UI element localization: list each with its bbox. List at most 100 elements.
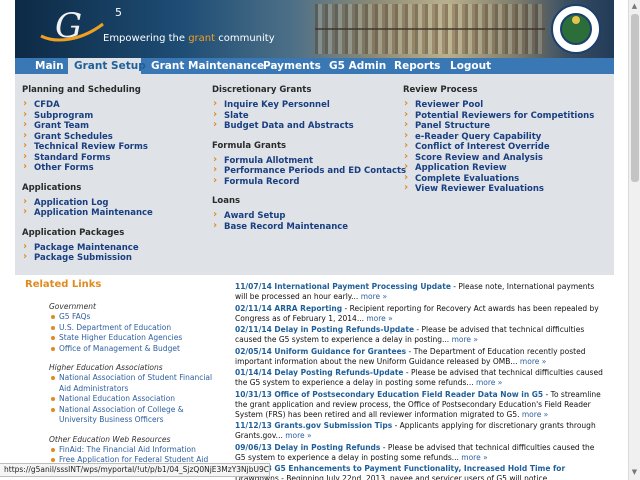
- banner-shelf-edge: [315, 28, 545, 30]
- related-group-government: Government: [49, 302, 96, 311]
- menu-link-panel-structure[interactable]: Panel Structure: [403, 120, 594, 132]
- menu-link-base-record-maintenance[interactable]: Base Record Maintenance: [212, 221, 406, 233]
- vertical-scrollbar[interactable]: ▲ ▼: [628, 0, 640, 480]
- news-more-link[interactable]: more »: [476, 378, 502, 387]
- menu-link-inquire-key-personnel[interactable]: Inquire Key Personnel: [212, 99, 406, 111]
- menu-link-technical-review-forms[interactable]: Technical Review Forms: [22, 141, 153, 153]
- news-more-link[interactable]: more »: [522, 410, 548, 419]
- related-links-panel: Related Links Government G5 FAQs U.S. De…: [15, 277, 225, 480]
- scroll-down-arrow-icon[interactable]: ▼: [629, 466, 640, 478]
- menu-link-reviewer-pool[interactable]: Reviewer Pool: [403, 99, 594, 111]
- scroll-up-arrow-icon[interactable]: ▲: [629, 0, 640, 12]
- menu-link-subprogram[interactable]: Subprogram: [22, 110, 153, 122]
- news-more-link[interactable]: more »: [361, 292, 387, 301]
- section-heading-review-process: Review Process: [403, 85, 478, 95]
- related-link-us-department-of-education[interactable]: U.S. Department of Education: [49, 323, 221, 334]
- nav-grant-setup[interactable]: Grant Setup: [68, 58, 146, 74]
- menu-link-potential-reviewers[interactable]: Potential Reviewers for Competitions: [403, 110, 594, 122]
- news-item: 09/06/13 Delay in Posting Refunds - Plea…: [235, 443, 605, 463]
- news-headline-link[interactable]: 02/11/14 ARRA Reporting: [235, 304, 342, 313]
- menu-link-conflict-of-interest[interactable]: Conflict of Interest Override: [403, 141, 594, 153]
- news-item: 11/07/14 International Payment Processin…: [235, 282, 605, 302]
- tagline-highlight: grant: [188, 33, 216, 44]
- menu-link-ereader-query[interactable]: e-Reader Query Capability: [403, 131, 594, 143]
- scrollbar-thumb[interactable]: [631, 14, 639, 182]
- related-link-nasfaa[interactable]: National Association of Student Financia…: [49, 373, 221, 394]
- menu-link-cfda[interactable]: CFDA: [22, 99, 153, 111]
- news-item: 01/14/14 Delay Posting Refunds-Update - …: [235, 368, 605, 388]
- news-headline-link[interactable]: 02/05/14 Uniform Guidance for Grantees: [235, 347, 406, 356]
- menu-link-score-review[interactable]: Score Review and Analysis: [403, 152, 594, 164]
- news-headline-link[interactable]: 11/12/13 Grants.gov Submission Tips: [235, 421, 392, 430]
- news-more-link[interactable]: more »: [452, 335, 478, 344]
- g5-logo-letter: G: [55, 6, 82, 46]
- menu-link-performance-periods[interactable]: Performance Periods and ED Contacts: [212, 165, 406, 177]
- nav-grant-maintenance[interactable]: Grant Maintenance: [145, 58, 270, 74]
- related-link-finaid[interactable]: FinAid: The Financial Aid Information: [49, 445, 221, 456]
- related-link-g5-faqs[interactable]: G5 FAQs: [49, 312, 221, 323]
- menu-column-1: Planning and Scheduling CFDA Subprogram …: [22, 84, 153, 264]
- menu-column-2: Discretionary Grants Inquire Key Personn…: [212, 84, 406, 232]
- related-links-list: Government G5 FAQs U.S. Department of Ed…: [49, 301, 221, 466]
- nav-payments[interactable]: Payments: [257, 58, 327, 74]
- menu-link-application-log[interactable]: Application Log: [22, 197, 153, 209]
- related-link-omb[interactable]: Office of Management & Budget: [49, 344, 221, 355]
- news-headline-link[interactable]: 10/31/13 Office of Postsecondary Educati…: [235, 390, 543, 399]
- news-headline-link[interactable]: 01/14/14 Delay Posting Refunds-Update: [235, 368, 404, 377]
- menu-link-view-reviewer-evaluations[interactable]: View Reviewer Evaluations: [403, 183, 594, 195]
- news-item: 02/11/14 Delay in Posting Refunds-Update…: [235, 325, 605, 345]
- header-banner: G 5 Empowering the grant community: [15, 0, 614, 58]
- nav-g5-admin[interactable]: G5 Admin: [323, 58, 392, 74]
- news-headline-link[interactable]: 07/12/13 G5 Enhancements to Payment Func…: [235, 464, 565, 473]
- related-link-state-higher-ed[interactable]: State Higher Education Agencies: [49, 333, 221, 344]
- menu-link-budget-data[interactable]: Budget Data and Abstracts: [212, 120, 406, 132]
- related-group-other: Other Education Web Resources: [49, 434, 171, 444]
- nav-logout[interactable]: Logout: [444, 58, 497, 74]
- section-heading-planning: Planning and Scheduling: [22, 85, 141, 95]
- menu-link-formula-allotment[interactable]: Formula Allotment: [212, 155, 406, 167]
- menu-link-package-submission[interactable]: Package Submission: [22, 252, 153, 264]
- related-links-title: Related Links: [25, 279, 102, 290]
- department-of-education-seal-icon: [551, 4, 601, 54]
- news-headline-link[interactable]: 09/06/13 Delay in Posting Refunds: [235, 443, 380, 452]
- menu-link-grant-team[interactable]: Grant Team: [22, 120, 153, 132]
- grant-setup-menu: Planning and Scheduling CFDA Subprogram …: [15, 74, 614, 275]
- news-headline-link[interactable]: 02/11/14 Delay in Posting Refunds-Update: [235, 325, 414, 334]
- related-group-higher-ed: Higher Education Associations: [49, 363, 163, 372]
- menu-link-application-review[interactable]: Application Review: [403, 162, 594, 174]
- related-link-nacubo[interactable]: National Association of College & Univer…: [49, 405, 221, 426]
- menu-link-grant-schedules[interactable]: Grant Schedules: [22, 131, 153, 143]
- news-headline-link[interactable]: 11/07/14 International Payment Processin…: [235, 282, 451, 291]
- section-heading-applications: Applications: [22, 182, 82, 193]
- nav-reports[interactable]: Reports: [388, 58, 446, 74]
- news-summary: Drawdowns - Beginning July 22nd, 2013, p…: [235, 474, 548, 480]
- related-link-nea[interactable]: National Education Association: [49, 394, 221, 405]
- g5-logo-number: 5: [115, 6, 122, 19]
- menu-link-complete-evaluations[interactable]: Complete Evaluations: [403, 173, 594, 185]
- menu-link-other-forms[interactable]: Other Forms: [22, 162, 153, 174]
- menu-link-package-maintenance[interactable]: Package Maintenance: [22, 242, 153, 254]
- menu-link-slate[interactable]: Slate: [212, 110, 406, 122]
- news-more-link[interactable]: more »: [461, 453, 487, 462]
- status-bar-url: https://g5anil/sssINT/wps/myportal/!ut/p…: [0, 463, 270, 477]
- section-heading-loans: Loans: [212, 196, 241, 206]
- news-item: 11/12/13 Grants.gov Submission Tips - Ap…: [235, 421, 605, 441]
- menu-link-application-maintenance[interactable]: Application Maintenance: [22, 207, 153, 219]
- menu-link-formula-record[interactable]: Formula Record: [212, 176, 406, 188]
- section-heading-discretionary-grants: Discretionary Grants: [212, 85, 312, 95]
- news-more-link[interactable]: more »: [520, 357, 546, 366]
- nav-main[interactable]: Main: [29, 58, 70, 74]
- news-item: 02/11/14 ARRA Reporting - Recipient repo…: [235, 304, 605, 324]
- news-more-link[interactable]: more »: [285, 431, 311, 440]
- page: G 5 Empowering the grant community Main …: [0, 0, 640, 480]
- menu-link-award-setup[interactable]: Award Setup: [212, 210, 406, 222]
- menu-link-standard-forms[interactable]: Standard Forms: [22, 152, 153, 164]
- news-item: 07/12/13 G5 Enhancements to Payment Func…: [235, 464, 605, 480]
- news-list: 11/07/14 International Payment Processin…: [235, 282, 605, 480]
- main-nav: Main Grant Setup Grant Maintenance Payme…: [15, 58, 614, 74]
- news-more-link[interactable]: more »: [366, 314, 392, 323]
- news-item: 02/05/14 Uniform Guidance for Grantees -…: [235, 347, 605, 367]
- section-heading-formula-grants: Formula Grants: [212, 140, 287, 151]
- news-item: 10/31/13 Office of Postsecondary Educati…: [235, 390, 605, 420]
- menu-column-3: Review Process Reviewer Pool Potential R…: [403, 84, 594, 195]
